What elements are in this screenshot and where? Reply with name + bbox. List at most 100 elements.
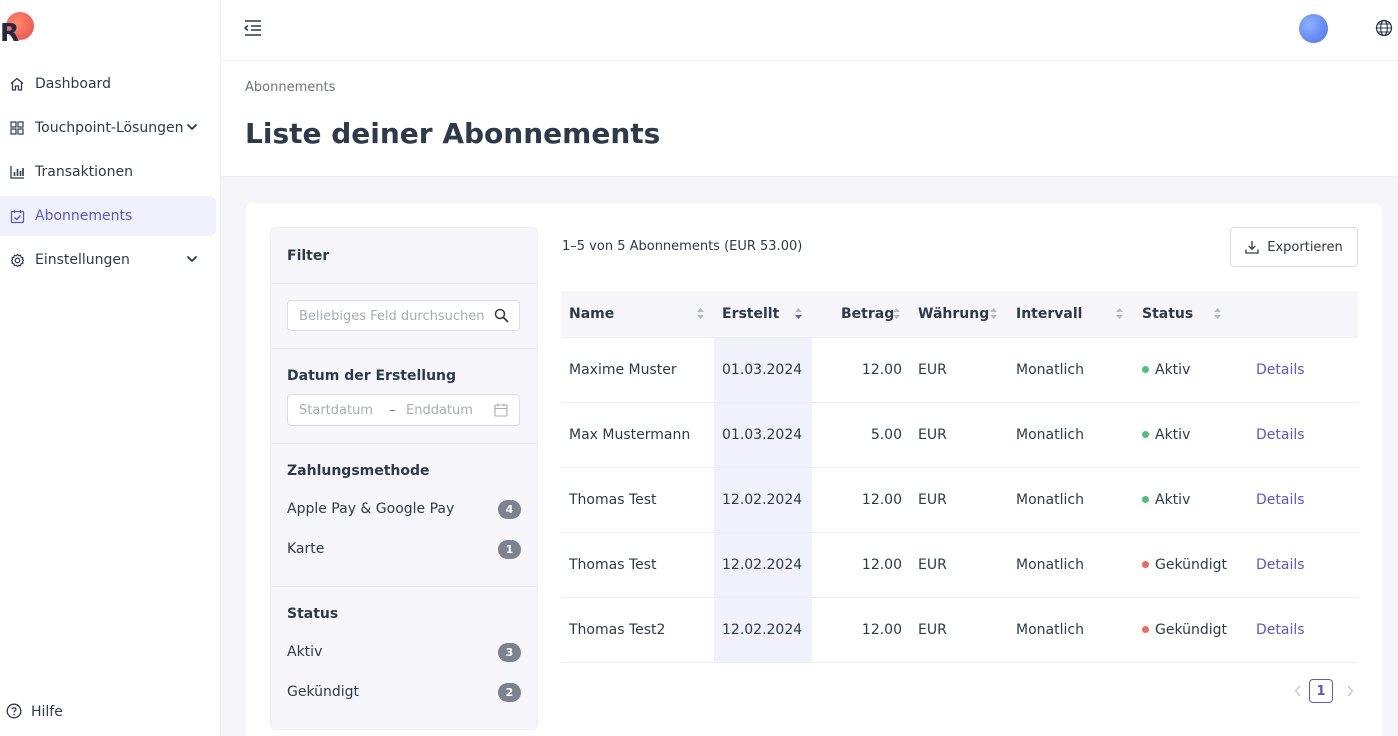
cell-currency: EUR: [918, 557, 947, 573]
cell-interval: Monatlich: [1016, 622, 1084, 638]
cell-amount: 12.00: [861, 622, 902, 638]
sidebar-item-dashboard[interactable]: Dashboard: [0, 64, 216, 104]
facet-count-badge: 3: [498, 642, 521, 662]
sort-icon[interactable]: [1213, 306, 1222, 321]
date-section-title: Datum der Erstellung: [287, 368, 457, 384]
sort-icon[interactable]: [892, 306, 901, 321]
cell-interval: Monatlich: [1016, 492, 1084, 508]
facet-karte[interactable]: Karte 1: [287, 538, 521, 560]
table-row: Thomas Test2 12.02.2024 12.00 EUR Monatl…: [561, 598, 1358, 663]
page-header: Abonnements Liste deiner Abonnements: [221, 61, 1398, 177]
home-icon: [8, 75, 26, 93]
cell-status: Aktiv: [1142, 427, 1190, 443]
table-row: Max Mustermann 01.03.2024 5.00 EUR Monat…: [561, 403, 1358, 468]
date-range-picker[interactable]: Startdatum – Enddatum: [287, 394, 520, 426]
column-header-name[interactable]: Name: [569, 306, 614, 322]
download-icon: [1245, 240, 1259, 254]
search-field[interactable]: [287, 300, 520, 331]
cell-amount: 5.00: [870, 427, 902, 443]
cell-status: Gekündigt: [1142, 622, 1227, 638]
search-icon[interactable]: [494, 308, 509, 323]
chevron-left-icon[interactable]: [1294, 685, 1302, 697]
sidebar: R Dashboard Touchpoint-Lösungen Transakt…: [0, 0, 221, 736]
facet-label: Gekündigt: [287, 684, 360, 700]
start-date-input[interactable]: Startdatum: [299, 403, 373, 418]
sidebar-item-label: Abonnements: [35, 208, 133, 224]
bar-chart-icon: [8, 163, 26, 181]
facet-label: Aktiv: [287, 644, 323, 660]
sidebar-item-label: Touchpoint-Lösungen: [35, 120, 184, 136]
sort-icon[interactable]: [1115, 306, 1124, 321]
details-link[interactable]: Details: [1256, 427, 1305, 443]
table-row: Maxime Muster 01.03.2024 12.00 EUR Monat…: [561, 338, 1358, 403]
column-header-amount[interactable]: Betrag: [841, 306, 894, 322]
gear-icon: [8, 251, 26, 269]
cell-interval: Monatlich: [1016, 427, 1084, 443]
facet-count-badge: 2: [498, 682, 521, 702]
details-link[interactable]: Details: [1256, 622, 1305, 638]
help-circle-icon: [6, 703, 24, 721]
details-link[interactable]: Details: [1256, 557, 1305, 573]
facet-apple-google-pay[interactable]: Apple Pay & Google Pay 4: [287, 498, 521, 520]
cell-name: Maxime Muster: [569, 362, 677, 378]
details-link[interactable]: Details: [1256, 362, 1305, 378]
chevron-down-icon[interactable]: [186, 253, 198, 265]
cell-currency: EUR: [918, 362, 947, 378]
facet-gekuendigt[interactable]: Gekündigt 2: [287, 681, 521, 703]
grid-icon: [8, 119, 26, 137]
sidebar-item-label: Transaktionen: [35, 164, 133, 180]
facet-count-badge: 1: [498, 539, 521, 559]
cell-status: Aktiv: [1142, 362, 1190, 378]
status-dot-active: [1142, 495, 1149, 503]
menu-collapse-icon[interactable]: [243, 19, 263, 37]
search-input[interactable]: [299, 307, 489, 325]
divider: [271, 443, 537, 444]
column-header-currency[interactable]: Währung: [918, 306, 989, 322]
chevron-right-icon[interactable]: [1346, 685, 1354, 697]
facet-aktiv[interactable]: Aktiv 3: [287, 641, 521, 663]
cell-currency: EUR: [918, 492, 947, 508]
cell-created: 01.03.2024: [722, 362, 803, 378]
cell-created: 12.02.2024: [722, 622, 803, 638]
status-dot-active: [1142, 430, 1149, 438]
export-button[interactable]: Exportieren: [1230, 227, 1358, 267]
cell-created: 01.03.2024: [722, 427, 803, 443]
cell-currency: EUR: [918, 622, 947, 638]
globe-icon[interactable]: [1375, 19, 1393, 37]
status-dot-cancelled: [1142, 625, 1149, 633]
sidebar-item-abonnements[interactable]: Abonnements: [0, 196, 216, 236]
cell-amount: 12.00: [861, 557, 902, 573]
sort-icon[interactable]: [989, 306, 998, 321]
status-text: Aktiv: [1155, 362, 1191, 378]
sort-icon[interactable]: [696, 306, 705, 321]
column-header-status[interactable]: Status: [1142, 306, 1193, 322]
divider: [271, 586, 537, 587]
logo-letter: R: [0, 18, 20, 47]
topbar: [221, 0, 1398, 61]
sidebar-item-einstellungen[interactable]: Einstellungen: [0, 240, 216, 280]
sidebar-item-touchpoint[interactable]: Touchpoint-Lösungen: [0, 108, 216, 148]
column-header-created[interactable]: Erstellt: [722, 306, 779, 322]
status-dot-active: [1142, 365, 1149, 373]
calendar-icon[interactable]: [494, 403, 508, 417]
payment-section-title: Zahlungsmethode: [287, 463, 430, 479]
sort-descending-icon[interactable]: [794, 306, 803, 321]
details-link[interactable]: Details: [1256, 492, 1305, 508]
sidebar-item-transaktionen[interactable]: Transaktionen: [0, 152, 216, 192]
table-row: Thomas Test 12.02.2024 12.00 EUR Monatli…: [561, 468, 1358, 533]
avatar[interactable]: [1299, 14, 1328, 43]
breadcrumb[interactable]: Abonnements: [245, 80, 335, 95]
page-button-current[interactable]: 1: [1309, 679, 1333, 703]
end-date-input[interactable]: Enddatum: [406, 403, 473, 418]
cell-name: Thomas Test2: [569, 622, 666, 638]
cell-name: Thomas Test: [569, 557, 657, 573]
help-link[interactable]: Hilfe: [6, 703, 63, 721]
subscriptions-card: Filter Datum der Erstellung Startdatum –…: [246, 203, 1382, 736]
cell-amount: 12.00: [861, 492, 902, 508]
brand-logo[interactable]: R: [0, 12, 36, 46]
cell-created: 12.02.2024: [722, 492, 803, 508]
pagination: 1: [1292, 679, 1358, 703]
help-label: Hilfe: [31, 704, 63, 720]
chevron-down-icon[interactable]: [186, 121, 198, 133]
column-header-interval[interactable]: Intervall: [1016, 306, 1082, 322]
